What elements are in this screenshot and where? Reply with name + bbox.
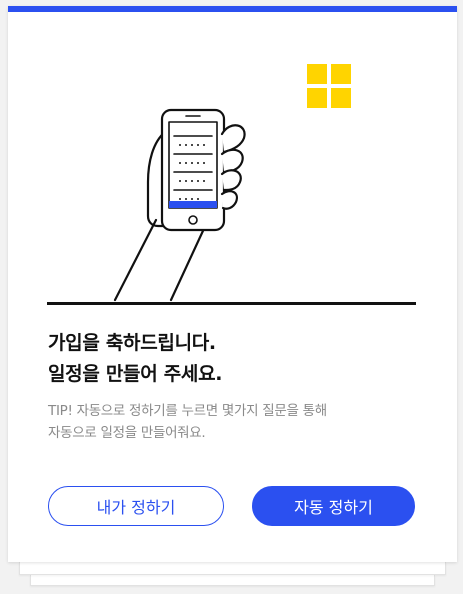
tip-text: TIP! 자동으로 정하기를 누르면 몇가지 질문을 통해 자동으로 일정을 만… xyxy=(48,400,327,444)
hand-holding-phone-icon xyxy=(113,108,246,302)
page-title: 가입을 축하드립니다. 일정을 만들어 주세요. xyxy=(48,328,222,390)
stacked-card-shadow-back xyxy=(30,575,435,586)
tip-line-2: 자동으로 일정을 만들어줘요. xyxy=(48,425,206,441)
yellow-grid-logo-icon xyxy=(307,64,351,108)
stacked-card-shadow xyxy=(19,562,446,575)
tip-line-1: TIP! 자동으로 정하기를 누르면 몇가지 질문을 통해 xyxy=(48,403,327,419)
manual-schedule-button[interactable]: 내가 정하기 xyxy=(48,486,224,526)
title-line-1: 가입을 축하드립니다. xyxy=(48,332,216,354)
auto-schedule-button[interactable]: 자동 정하기 xyxy=(252,486,415,526)
title-line-2: 일정을 만들어 주세요. xyxy=(48,363,223,385)
card-stack: 가입을 축하드립니다. 일정을 만들어 주세요. TIP! 자동으로 정하기를 … xyxy=(0,0,463,594)
welcome-card: 가입을 축하드립니다. 일정을 만들어 주세요. TIP! 자동으로 정하기를 … xyxy=(8,6,457,562)
ground-divider xyxy=(47,302,416,305)
